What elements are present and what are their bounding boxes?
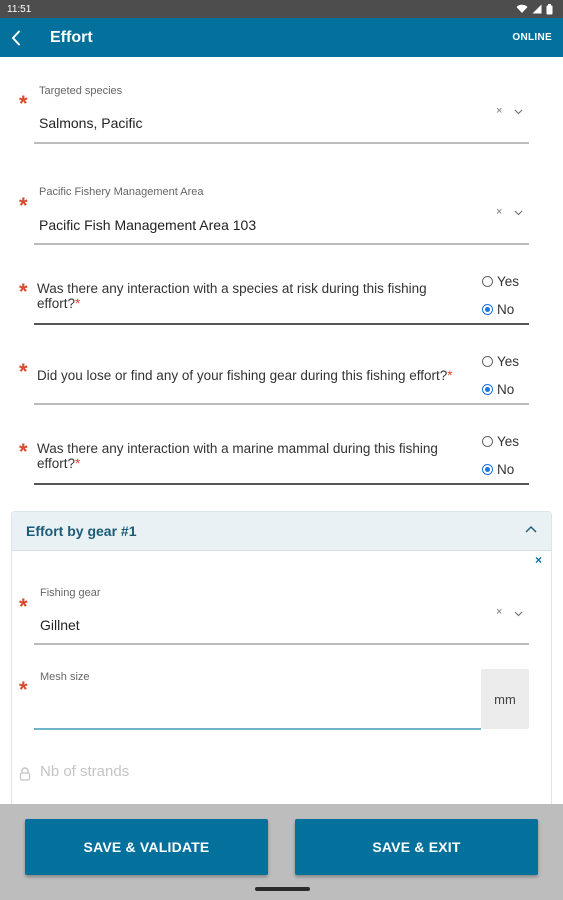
required-marker: * — [19, 594, 28, 619]
management-area-label: Pacific Fishery Management Area — [39, 186, 204, 198]
strands-field-label: Nb of strands — [40, 763, 130, 780]
required-marker: * — [19, 439, 28, 464]
status-icons — [516, 3, 553, 15]
chevron-up-icon[interactable] — [525, 525, 537, 533]
question-text: Did you lose or find any of your fishing… — [37, 368, 448, 383]
radio-label: No — [497, 382, 515, 397]
battery-icon — [546, 3, 553, 14]
targeted-species-underline — [34, 142, 529, 144]
radio-button[interactable] — [482, 384, 493, 395]
lost-gear-no-radio[interactable]: No — [482, 382, 514, 397]
question-text: Was there any interaction with a marine … — [37, 441, 438, 471]
question-required-star: * — [75, 296, 81, 311]
required-marker: * — [19, 279, 28, 304]
chevron-down-icon[interactable] — [514, 109, 523, 115]
bottom-action-bar: SAVE & VALIDATE SAVE & EXIT — [0, 804, 563, 900]
status-time: 11:51 — [7, 3, 32, 15]
fishing-gear-underline — [34, 643, 529, 645]
question-underline — [34, 483, 529, 485]
radio-label: No — [497, 302, 515, 317]
radio-label: Yes — [497, 274, 520, 289]
radio-label: Yes — [497, 354, 520, 369]
fishing-gear-value: Gillnet — [40, 617, 80, 633]
question-underline — [34, 403, 529, 405]
management-area-value: Pacific Fish Management Area 103 — [39, 217, 257, 233]
radio-label: Yes — [497, 434, 520, 449]
chevron-left-icon — [12, 30, 20, 45]
fishing-gear-field[interactable]: * Fishing gear Gillnet × — [0, 586, 563, 646]
required-marker: * — [19, 193, 28, 218]
connection-status: ONLINE — [512, 32, 552, 43]
lost-gear-question: * Did you lose or find any of your fishi… — [0, 351, 563, 407]
required-marker: * — [19, 91, 28, 116]
mesh-size-unit: mm — [481, 669, 529, 729]
effort-by-gear-title: Effort by gear #1 — [26, 523, 137, 539]
chevron-down-icon[interactable] — [514, 611, 523, 617]
mesh-size-underline — [34, 728, 481, 730]
targeted-species-value: Salmons, Pacific — [39, 115, 143, 131]
wifi-icon — [516, 4, 528, 13]
question-required-star: * — [75, 456, 81, 471]
status-bar: 11:51 — [0, 0, 563, 18]
question-text: Was there any interaction with a species… — [37, 281, 427, 311]
species-at-risk-question: * Was there any interaction with a speci… — [0, 271, 563, 327]
mesh-size-unit-label: mm — [494, 691, 516, 707]
required-marker: * — [19, 677, 28, 702]
remove-gear-button[interactable]: × — [535, 553, 542, 567]
management-area-clear-button[interactable]: × — [496, 206, 502, 218]
gesture-navigation-bar[interactable] — [255, 887, 310, 891]
radio-button[interactable] — [482, 436, 493, 447]
effort-by-gear-header[interactable]: Effort by gear #1 — [12, 512, 551, 551]
management-area-field[interactable]: * Pacific Fishery Management Area Pacifi… — [0, 186, 563, 246]
app-bar: Effort ONLINE — [0, 18, 563, 57]
page-title: Effort — [50, 28, 93, 46]
marine-mammal-no-radio[interactable]: No — [482, 462, 514, 477]
lost-gear-yes-radio[interactable]: Yes — [482, 354, 519, 369]
form-content[interactable]: * Targeted species Salmons, Pacific × * … — [0, 57, 563, 804]
species-at-risk-yes-radio[interactable]: Yes — [482, 274, 519, 289]
fishing-gear-label: Fishing gear — [40, 587, 101, 599]
chevron-down-icon[interactable] — [514, 210, 523, 216]
targeted-species-label: Targeted species — [39, 85, 123, 97]
mesh-size-input[interactable] — [34, 693, 480, 727]
targeted-species-field[interactable]: * Targeted species Salmons, Pacific × — [0, 85, 563, 145]
mesh-size-label: Mesh size — [40, 671, 90, 683]
lock-icon — [19, 767, 31, 781]
radio-button[interactable] — [482, 464, 493, 475]
radio-button[interactable] — [482, 356, 493, 367]
radio-button[interactable] — [482, 304, 493, 315]
lost-gear-question-text: Did you lose or find any of your fishing… — [37, 368, 467, 383]
marine-mammal-yes-radio[interactable]: Yes — [482, 434, 519, 449]
marine-mammal-question: * Was there any interaction with a marin… — [0, 431, 563, 487]
question-required-star: * — [447, 368, 453, 383]
effort-by-gear-panel: Effort by gear #1 × — [11, 511, 552, 804]
radio-button[interactable] — [482, 276, 493, 287]
species-at-risk-no-radio[interactable]: No — [482, 302, 514, 317]
targeted-species-clear-button[interactable]: × — [496, 105, 502, 117]
save-validate-button[interactable]: SAVE & VALIDATE — [25, 819, 268, 875]
marine-mammal-question-text: Was there any interaction with a marine … — [37, 441, 467, 471]
radio-label: No — [497, 462, 515, 477]
save-exit-button[interactable]: SAVE & EXIT — [295, 819, 538, 875]
question-underline — [34, 323, 529, 325]
back-button[interactable] — [0, 18, 32, 57]
signal-icon — [532, 4, 542, 14]
required-marker: * — [19, 359, 28, 384]
species-at-risk-question-text: Was there any interaction with a species… — [37, 281, 467, 311]
fishing-gear-clear-button[interactable]: × — [496, 606, 502, 618]
management-area-underline — [34, 243, 529, 245]
